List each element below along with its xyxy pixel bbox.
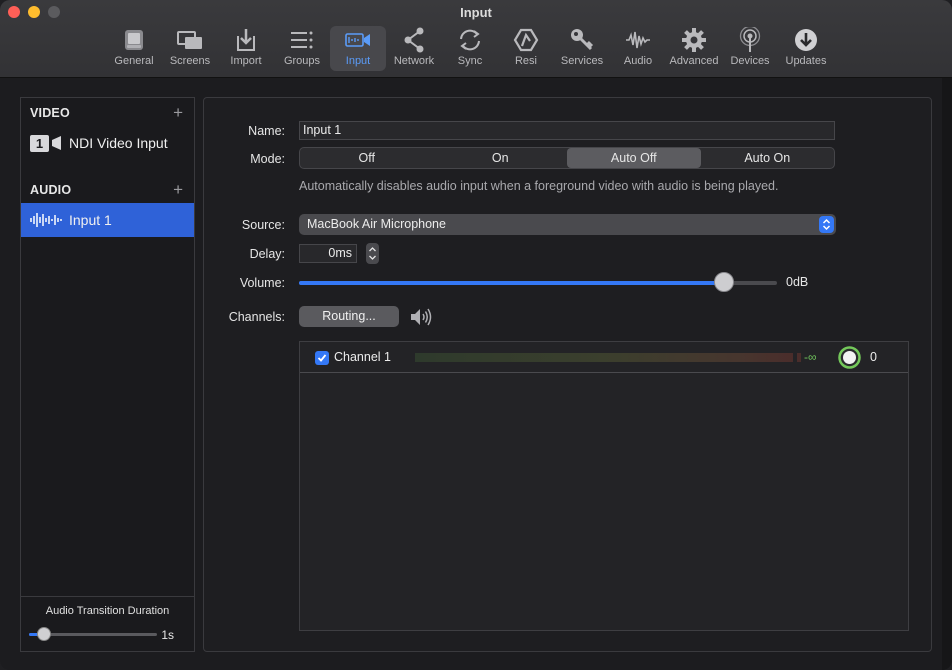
key-icon — [568, 26, 596, 54]
volume-value: 0dB — [786, 275, 809, 289]
toolbar-label: Sync — [457, 55, 483, 67]
video-input-icon: 1 — [30, 133, 62, 153]
popup-arrows-icon — [819, 216, 834, 233]
source-popup[interactable]: MacBook Air Microphone — [299, 214, 836, 235]
toolbar-label: Devices — [730, 55, 770, 67]
source-value: MacBook Air Microphone — [307, 217, 446, 231]
preferences-toolbar: General Screens Import Groups Input Netw… — [106, 26, 834, 72]
toolbar-label: Updates — [785, 55, 827, 67]
mode-description: Automatically disables audio input when … — [299, 179, 779, 193]
toolbar-updates[interactable]: Updates — [778, 26, 834, 71]
mode-segmented-control: Off On Auto Off Auto On — [299, 147, 835, 169]
groups-icon — [288, 26, 316, 54]
toolbar-label: Audio — [623, 55, 653, 67]
toolbar-audio[interactable]: Audio — [610, 26, 666, 71]
mode-option-off[interactable]: Off — [300, 148, 434, 168]
sidebar-item-ndi-video-input[interactable]: 1 NDI Video Input — [21, 126, 194, 160]
sidebar-item-input-1[interactable]: Input 1 — [21, 203, 194, 237]
audio-transition-label: Audio Transition Duration — [45, 605, 170, 617]
name-field[interactable]: Input 1 — [299, 121, 835, 140]
general-icon — [120, 26, 148, 54]
mode-label: Mode: — [250, 152, 285, 166]
preferences-window: Input General Screens Import Groups Inpu… — [0, 0, 952, 670]
title-bar: Input General Screens Import Groups Inpu… — [0, 0, 952, 78]
toolbar-devices[interactable]: Devices — [722, 26, 778, 71]
name-label: Name: — [248, 124, 285, 138]
source-label: Source: — [241, 218, 285, 232]
toolbar-general[interactable]: General — [106, 26, 162, 71]
mode-option-on[interactable]: On — [434, 148, 568, 168]
window-edge — [942, 78, 952, 670]
waveform-icon — [624, 26, 652, 54]
toolbar-label: Network — [393, 55, 435, 67]
toolbar-groups[interactable]: Groups — [274, 26, 330, 71]
add-audio-input-button[interactable]: + — [173, 181, 183, 198]
delay-field[interactable]: 0ms — [299, 244, 357, 263]
toolbar-label: Services — [560, 55, 604, 67]
mode-option-auto-on[interactable]: Auto On — [701, 148, 835, 168]
audio-transition-slider[interactable] — [37, 627, 52, 641]
channel-level-meter — [415, 353, 793, 362]
channels-list: Channel 1 -∞ 0 — [299, 341, 909, 631]
toolbar-services[interactable]: Services — [554, 26, 610, 71]
toolbar-label: Import — [230, 55, 262, 67]
resi-icon — [512, 26, 540, 54]
volume-track — [299, 281, 777, 285]
toolbar-label: Resi — [514, 55, 537, 67]
toolbar-label: Input — [345, 55, 371, 67]
import-icon — [232, 26, 260, 54]
delay-label: Delay: — [249, 247, 285, 261]
routing-button[interactable]: Routing... — [299, 306, 399, 327]
channel-gain-value: 0 — [870, 350, 877, 364]
volume-label: Volume: — [239, 276, 285, 290]
channel-row: Channel 1 -∞ 0 — [300, 342, 908, 373]
channels-label: Channels: — [228, 310, 285, 324]
input-settings-panel: Name: Input 1 Mode: Off On Auto Off Auto… — [203, 97, 932, 652]
toolbar-resi[interactable]: Resi — [498, 26, 554, 71]
sidebar-item-label: NDI Video Input — [69, 135, 168, 151]
channel-enable-checkbox[interactable] — [315, 351, 329, 365]
audio-transition-value: 1s — [161, 628, 174, 642]
toolbar-input[interactable]: Input — [330, 26, 386, 71]
sidebar-item-label: Input 1 — [69, 212, 112, 228]
delay-stepper[interactable] — [366, 243, 379, 264]
sync-icon — [456, 26, 484, 54]
toolbar-import[interactable]: Import — [218, 26, 274, 71]
download-icon — [792, 26, 820, 54]
input-icon — [344, 26, 372, 54]
toolbar-label: Advanced — [669, 55, 719, 67]
channel-gain-knob[interactable] — [838, 346, 861, 369]
speaker-icon[interactable] — [409, 306, 433, 328]
antenna-icon — [736, 26, 764, 54]
toolbar-screens[interactable]: Screens — [162, 26, 218, 71]
toolbar-label: Groups — [283, 55, 321, 67]
channel-level-db: -∞ — [804, 350, 817, 364]
audio-transition-panel: Audio Transition Duration 1s — [21, 596, 194, 651]
add-video-input-button[interactable]: + — [173, 104, 183, 121]
toolbar-advanced[interactable]: Advanced — [666, 26, 722, 71]
volume-fill — [299, 281, 725, 285]
mode-option-auto-off[interactable]: Auto Off — [567, 148, 701, 168]
screens-icon — [176, 26, 204, 54]
volume-slider[interactable] — [714, 272, 735, 292]
network-icon — [400, 26, 428, 54]
input-sidebar: VIDEO + 1 NDI Video Input AUDIO + Input … — [20, 97, 195, 652]
toolbar-label: Screens — [169, 55, 211, 67]
audio-section-header: AUDIO — [30, 183, 72, 197]
gear-icon — [680, 26, 708, 54]
input-number-badge: 1 — [30, 134, 49, 152]
window-title: Input — [460, 5, 492, 20]
toolbar-label: General — [114, 55, 154, 67]
channel-peak-indicator — [797, 353, 801, 362]
audio-waveform-icon — [30, 210, 62, 230]
toolbar-sync[interactable]: Sync — [442, 26, 498, 71]
channel-name: Channel 1 — [334, 350, 391, 364]
toolbar-network[interactable]: Network — [386, 26, 442, 71]
video-section-header: VIDEO — [30, 106, 70, 120]
